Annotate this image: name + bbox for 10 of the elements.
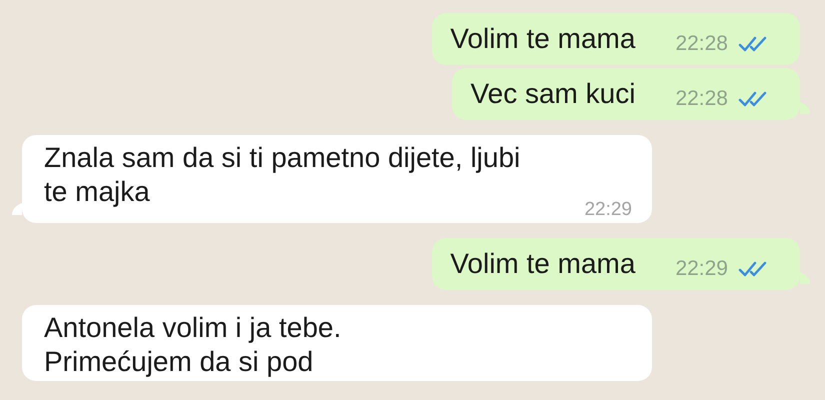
message-time: 22:28 xyxy=(675,86,728,112)
message-time: 22:28 xyxy=(675,31,728,58)
message-text: Antonela volim i ja tebe. xyxy=(44,311,342,345)
message-text: Volim te mama xyxy=(450,22,636,56)
message-text: Volim te mama xyxy=(450,247,636,281)
message-time: 22:29 xyxy=(584,199,632,221)
message-text: Vec sam kuci xyxy=(470,77,636,111)
message-time: 22:29 xyxy=(675,256,728,282)
message-text: Znala sam da si ti pametno dijete, ljubi te majka xyxy=(44,141,522,209)
message-text: Primećujem da si pod xyxy=(44,345,314,379)
